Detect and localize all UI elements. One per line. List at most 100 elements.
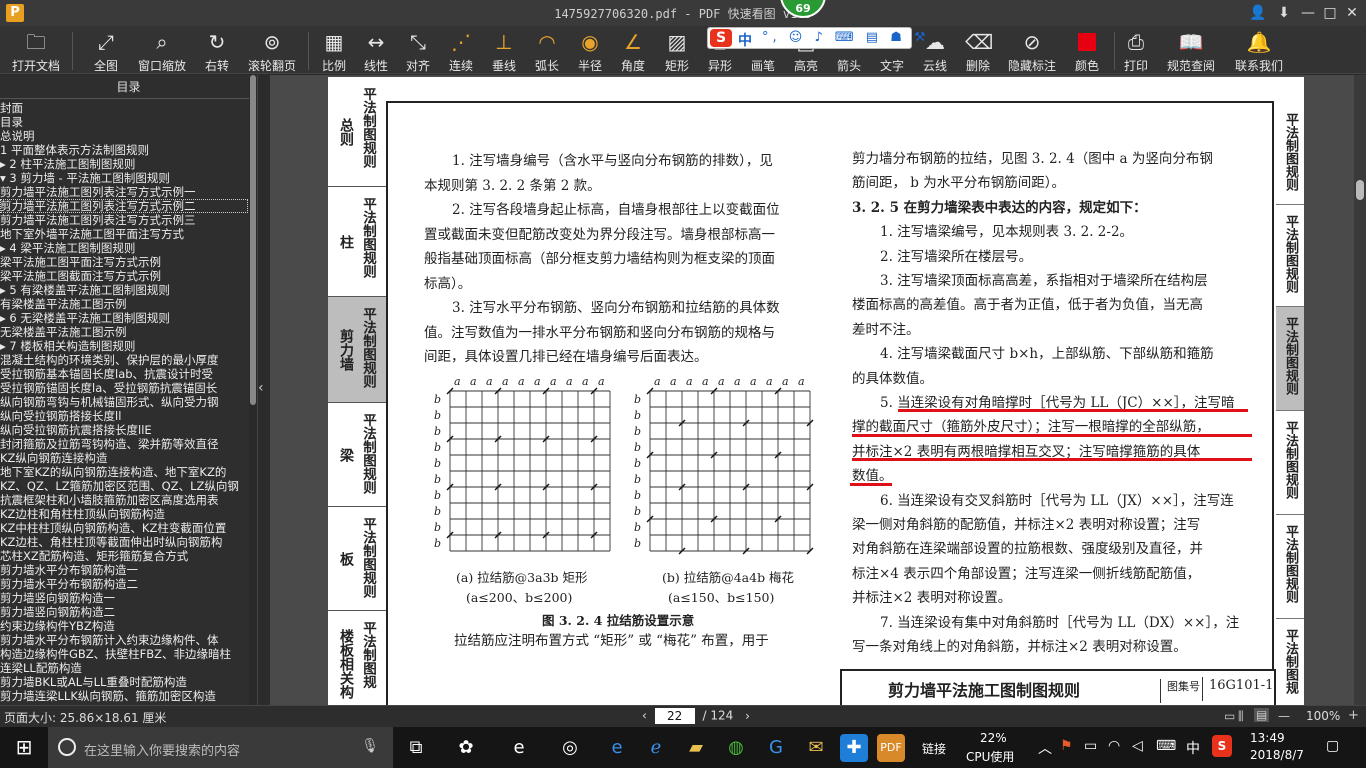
toc-item[interactable]: 无梁楼盖平法施工图示例	[0, 325, 248, 339]
arc-length-button[interactable]: ◠ 弧长	[523, 26, 571, 74]
rotate-right-button[interactable]: ↻ 右转	[193, 26, 241, 74]
keyboard-icon[interactable]: ⌨	[1156, 738, 1176, 754]
toc-item[interactable]: KZ边柱、角柱柱顶等截面伸出时纵向钢筋构	[0, 535, 248, 549]
linear-measure-button[interactable]: ↔ 线性	[352, 26, 400, 74]
document-scrollbar[interactable]	[1354, 75, 1366, 705]
toc-item[interactable]: 纵向受拉钢筋搭接长度ll	[0, 409, 248, 423]
prev-page-button[interactable]: ‹	[642, 709, 647, 723]
settings-app-icon[interactable]: ◎	[556, 734, 584, 762]
360-browser-icon[interactable]: ◍	[722, 734, 750, 762]
toc-item[interactable]: KZ边柱和角柱柱顶纵向钢筋构造	[0, 507, 248, 521]
toc-item[interactable]: ▸ 4 梁平法施工图制图规则	[0, 241, 248, 255]
toc-item[interactable]: ▸ 7 楼板相关构造制图规则	[0, 339, 248, 353]
sidebar-collapse-icon[interactable]: ‹	[258, 380, 264, 396]
ime-mode-toggle[interactable]: 中	[738, 30, 752, 50]
color-button[interactable]: 颜色	[1063, 26, 1111, 74]
open-document-button[interactable]: 🗀 打开文档	[8, 26, 64, 74]
toc-item[interactable]: 剪力墙竖向钢筋构造一	[0, 591, 248, 605]
volume-icon[interactable]: ◁	[1132, 738, 1143, 754]
task-view-icon[interactable]: ⧉	[402, 734, 430, 762]
toc-item[interactable]: 总说明	[0, 129, 248, 143]
edge-icon[interactable]: e	[603, 734, 631, 762]
perpendicular-button[interactable]: ⊥ 垂线	[480, 26, 528, 74]
toc-item[interactable]: 剪力墙BKL或AL与LL重叠时配筋构造	[0, 675, 248, 689]
clock-date[interactable]: 2018/8/7	[1250, 748, 1304, 762]
user-icon[interactable]: 👤	[1248, 3, 1268, 23]
toc-item[interactable]: 梁平法施工图平面注写方式示例	[0, 255, 248, 269]
toc-item[interactable]: ▸ 2 柱平法施工图制图规则	[0, 157, 248, 171]
toc-item[interactable]: 纵向受拉钢筋抗震搭接长度llE	[0, 423, 248, 437]
toc-item[interactable]: 地下室外墙平法施工图平面注写方式	[0, 227, 248, 241]
wifi-icon[interactable]: ◠	[1108, 738, 1120, 754]
toc-item[interactable]: 剪力墙连梁LLK纵向钢筋、箍筋加密区构造	[0, 689, 248, 703]
contact-us-button[interactable]: 🔔 联系我们	[1231, 26, 1287, 74]
toc-item[interactable]: 受拉钢筋锚固长度la、受拉钢筋抗震锚固长	[0, 381, 248, 395]
notes-app-icon[interactable]: ✉	[802, 734, 830, 762]
toc-item[interactable]: 封面	[0, 101, 248, 115]
document-scroll-thumb[interactable]	[1356, 180, 1364, 200]
page-number-input[interactable]: 22	[654, 708, 695, 724]
toc-item[interactable]: 剪力墙水平分布钢筋构造二	[0, 577, 248, 591]
minimize-icon[interactable]: —	[1298, 3, 1318, 23]
link-toolbar-label[interactable]: 链接	[922, 740, 946, 757]
toc-item[interactable]: 封闭箍筋及拉筋弯钩构造、梁并筋等效直径	[0, 437, 248, 451]
toc-item[interactable]: 连梁LL配筋构造	[0, 661, 248, 675]
continuous-measure-button[interactable]: ⋰ 连续	[437, 26, 485, 74]
scroll-wheel-page-button[interactable]: ⊚ 滚轮翻页	[244, 26, 300, 74]
toc-item[interactable]: 剪力墙平法施工图列表注写方式示例一	[0, 185, 248, 199]
input-language[interactable]: 中	[1186, 738, 1200, 758]
toc-item[interactable]: 剪力墙平法施工图列表注写方式示例三	[0, 213, 248, 227]
toc-item[interactable]: KZ中柱柱顶纵向钢筋构造、KZ柱变截面位置	[0, 521, 248, 535]
delete-button[interactable]: ⌫ 删除	[954, 26, 1002, 74]
close-icon[interactable]: ✕	[1342, 3, 1362, 23]
toc-item[interactable]: 有梁楼盖平法施工图示例	[0, 297, 248, 311]
pinwheel-app-icon[interactable]: ✿	[452, 734, 480, 762]
toc-item[interactable]: 目录	[0, 115, 248, 129]
toc-item[interactable]: ▸ 5 有梁楼盖平法施工图制图规则	[0, 283, 248, 297]
tray-expand-icon[interactable]: ︿	[1038, 738, 1052, 758]
ime-tools[interactable]: °, ☺ ♪ ⌨ ▤ ☗ ⚒	[762, 30, 930, 45]
ime-toolbar[interactable]: S 中 °, ☺ ♪ ⌨ ▤ ☗ ⚒	[707, 27, 926, 50]
toc-item[interactable]: 纵向钢筋弯钩与机械锚固形式、纵向受力钢	[0, 395, 248, 409]
radius-button[interactable]: ◉ 半径	[566, 26, 614, 74]
angle-button[interactable]: ∠ 角度	[609, 26, 657, 74]
toc-scroll-thumb[interactable]	[250, 75, 256, 405]
toc-item[interactable]: 地下室KZ的纵向钢筋连接构造、地下室KZ的	[0, 465, 248, 479]
internet-explorer-icon[interactable]: ℯ	[642, 734, 670, 762]
tray-app-icon[interactable]: ⚑	[1060, 738, 1073, 754]
toc-item[interactable]: 构造边缘构件GBZ、扶壁柱FBZ、非边缘暗柱	[0, 647, 248, 661]
toc-item[interactable]: 抗震框架柱和小墙肢箍筋加密区高度选用表	[0, 493, 248, 507]
zoom-in-icon[interactable]: +	[1348, 708, 1359, 723]
google-icon[interactable]: G	[762, 734, 790, 762]
fit-page-button[interactable]: ⤢ 全图	[82, 26, 130, 74]
facing-view-icon[interactable]: ▤	[1254, 708, 1270, 722]
single-page-view-icon[interactable]: ▭	[1224, 709, 1235, 723]
sogou-logo-icon[interactable]: S	[710, 29, 732, 47]
maximize-icon[interactable]: □	[1320, 3, 1340, 23]
toc-item[interactable]: 剪力墙水平分布钢筋构造一	[0, 563, 248, 577]
toc-item[interactable]: 梁平法施工图截面注写方式示例	[0, 269, 248, 283]
action-center-icon[interactable]: ▢	[1326, 738, 1339, 754]
next-page-button[interactable]: ›	[745, 709, 750, 723]
align-measure-button[interactable]: ⤡ 对齐	[394, 26, 442, 74]
print-button[interactable]: ⎙ 打印	[1112, 26, 1160, 74]
sogou-tray-icon[interactable]: S	[1212, 735, 1232, 757]
edge-browser-icon[interactable]: e	[505, 734, 533, 762]
toc-item[interactable]: ▾ 3 剪力墙 - 平法施工图制图规则	[0, 171, 248, 185]
toc-item[interactable]: KZ纵向钢筋连接构造	[0, 451, 248, 465]
scale-button[interactable]: ▦ 比例	[310, 26, 358, 74]
toc-item[interactable]: 剪力墙平法施工图列表注写方式示例二	[0, 199, 248, 213]
zoom-out-icon[interactable]: —	[1278, 709, 1290, 723]
battery-icon[interactable]: ▭	[1084, 738, 1097, 754]
toc-item[interactable]: 混凝土结构的环境类别、保护层的最小厚度	[0, 353, 248, 367]
pin-icon[interactable]: ⬇	[1274, 3, 1294, 23]
pdf-viewer-taskbar-icon[interactable]: PDF	[877, 734, 905, 762]
clock-time[interactable]: 13:49	[1250, 731, 1285, 745]
taskbar-search[interactable]: 在这里输入你要搜索的内容 🎙	[48, 727, 393, 768]
network-app-icon[interactable]: ✚	[840, 734, 868, 762]
toc-item[interactable]: KZ、QZ、LZ箍筋加密区范围、QZ、LZ纵向钢	[0, 479, 248, 493]
windows-start-icon[interactable]: ⊞	[0, 727, 48, 768]
toc-item[interactable]: 剪力墙水平分布钢筋计入约束边缘构件、体	[0, 633, 248, 647]
toc-item[interactable]: 剪力墙竖向钢筋构造二	[0, 605, 248, 619]
rectangle-button[interactable]: ▨ 矩形	[653, 26, 701, 74]
